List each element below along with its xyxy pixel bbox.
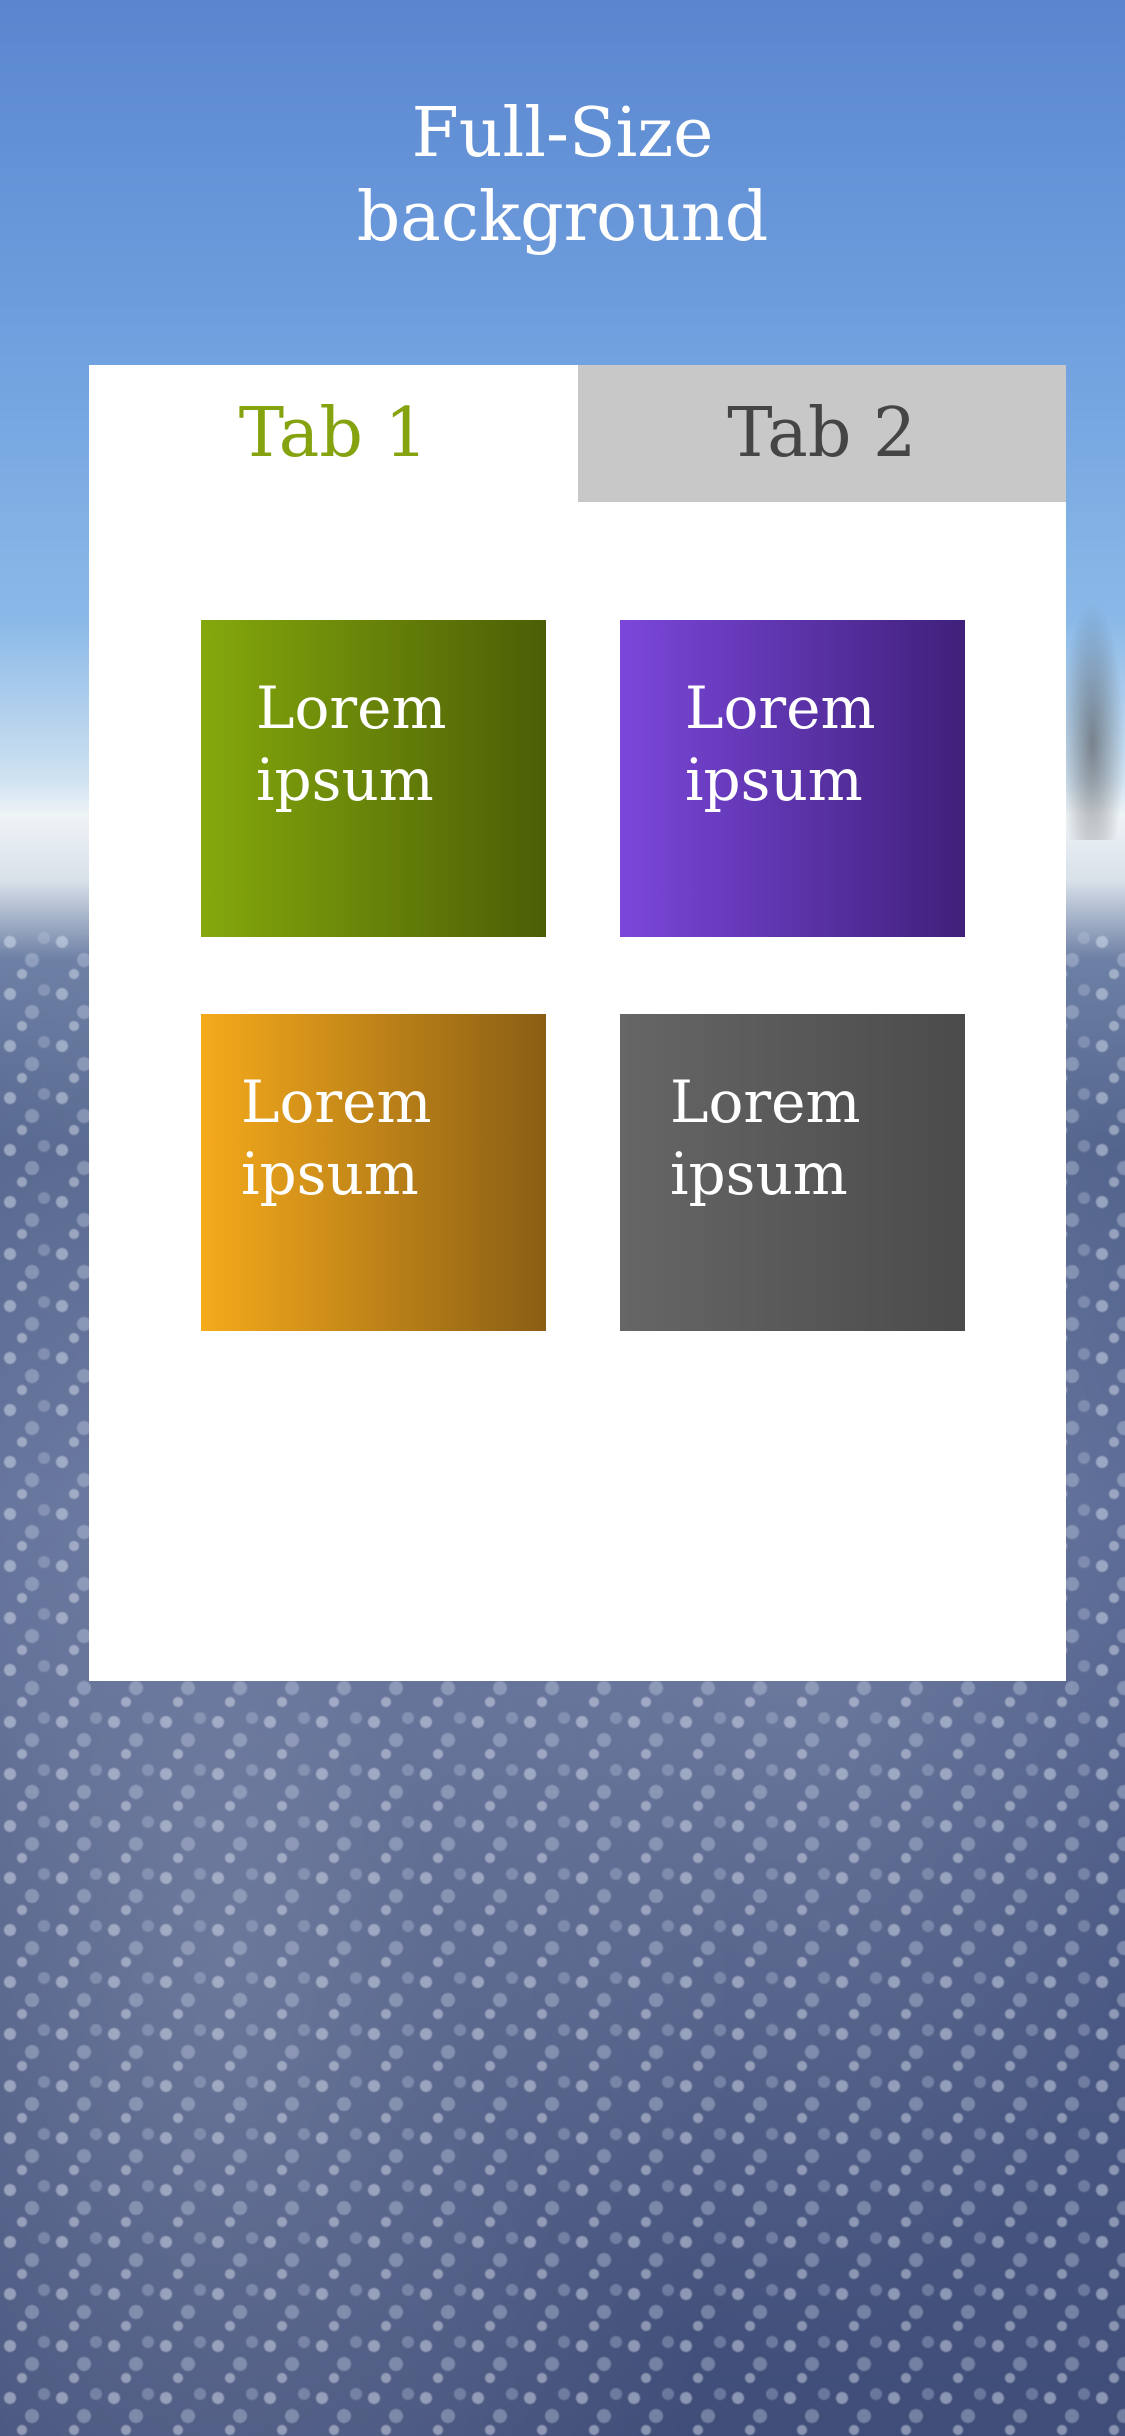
tile-gray[interactable]: Lorem ipsum — [620, 1014, 965, 1331]
tile-label-line-1: Lorem — [685, 674, 876, 742]
tile-label-line-2: ipsum — [685, 746, 863, 814]
tile-label-line-2: ipsum — [670, 1140, 848, 1208]
tile-label-line-1: Lorem — [241, 1068, 432, 1136]
tile-label-line-2: ipsum — [256, 746, 434, 814]
tile-label: Lorem ipsum — [670, 1066, 860, 1210]
tile-purple[interactable]: Lorem ipsum — [620, 620, 965, 937]
page-title: Full-Size background — [0, 92, 1125, 260]
tab-panel: Tab 1 Tab 2 Lorem ipsum Lorem ipsum Lore… — [89, 365, 1066, 1681]
tab-bar: Tab 1 Tab 2 — [89, 365, 1066, 502]
page-title-line-2: background — [356, 178, 769, 257]
tab-1[interactable]: Tab 1 — [89, 365, 578, 502]
tab-2[interactable]: Tab 2 — [577, 365, 1066, 502]
tile-label-line-1: Lorem — [256, 674, 447, 742]
tile-label-line-2: ipsum — [241, 1140, 419, 1208]
tile-orange[interactable]: Lorem ipsum — [201, 1014, 546, 1331]
tile-label-line-1: Lorem — [670, 1068, 861, 1136]
page-title-line-1: Full-Size — [411, 94, 714, 173]
tile-label: Lorem ipsum — [685, 672, 875, 816]
background-trees — [1060, 600, 1125, 840]
tile-label: Lorem ipsum — [256, 672, 446, 816]
tile-green[interactable]: Lorem ipsum — [201, 620, 546, 937]
tile-label: Lorem ipsum — [241, 1066, 431, 1210]
